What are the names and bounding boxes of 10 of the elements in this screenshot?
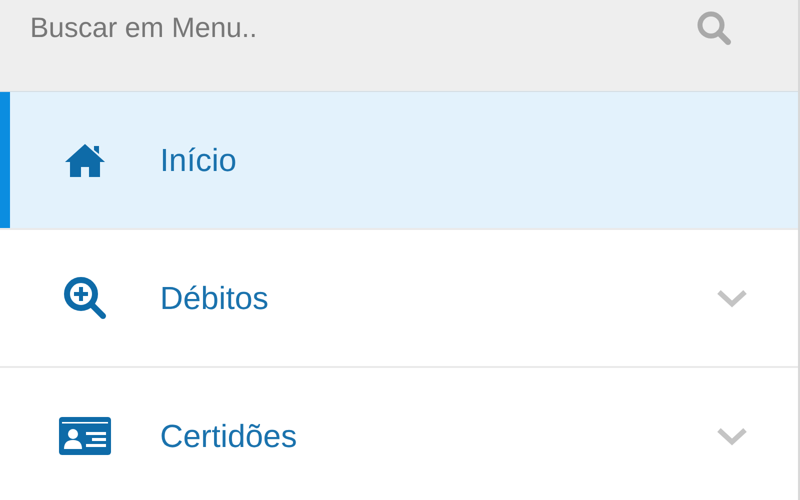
menu-label: Início xyxy=(159,142,238,178)
chevron-down-icon[interactable] xyxy=(716,288,748,308)
id-card-icon xyxy=(59,417,111,455)
menu-item[interactable]: Início xyxy=(0,92,798,228)
zoom-in-icon xyxy=(63,276,107,320)
home-icon xyxy=(64,142,106,178)
menu-label: Débitos xyxy=(159,280,270,316)
menu-label: Certidões xyxy=(159,418,298,454)
chevron-down-icon[interactable] xyxy=(716,426,748,446)
search-field[interactable]: Buscar em Menu.. xyxy=(0,0,798,92)
